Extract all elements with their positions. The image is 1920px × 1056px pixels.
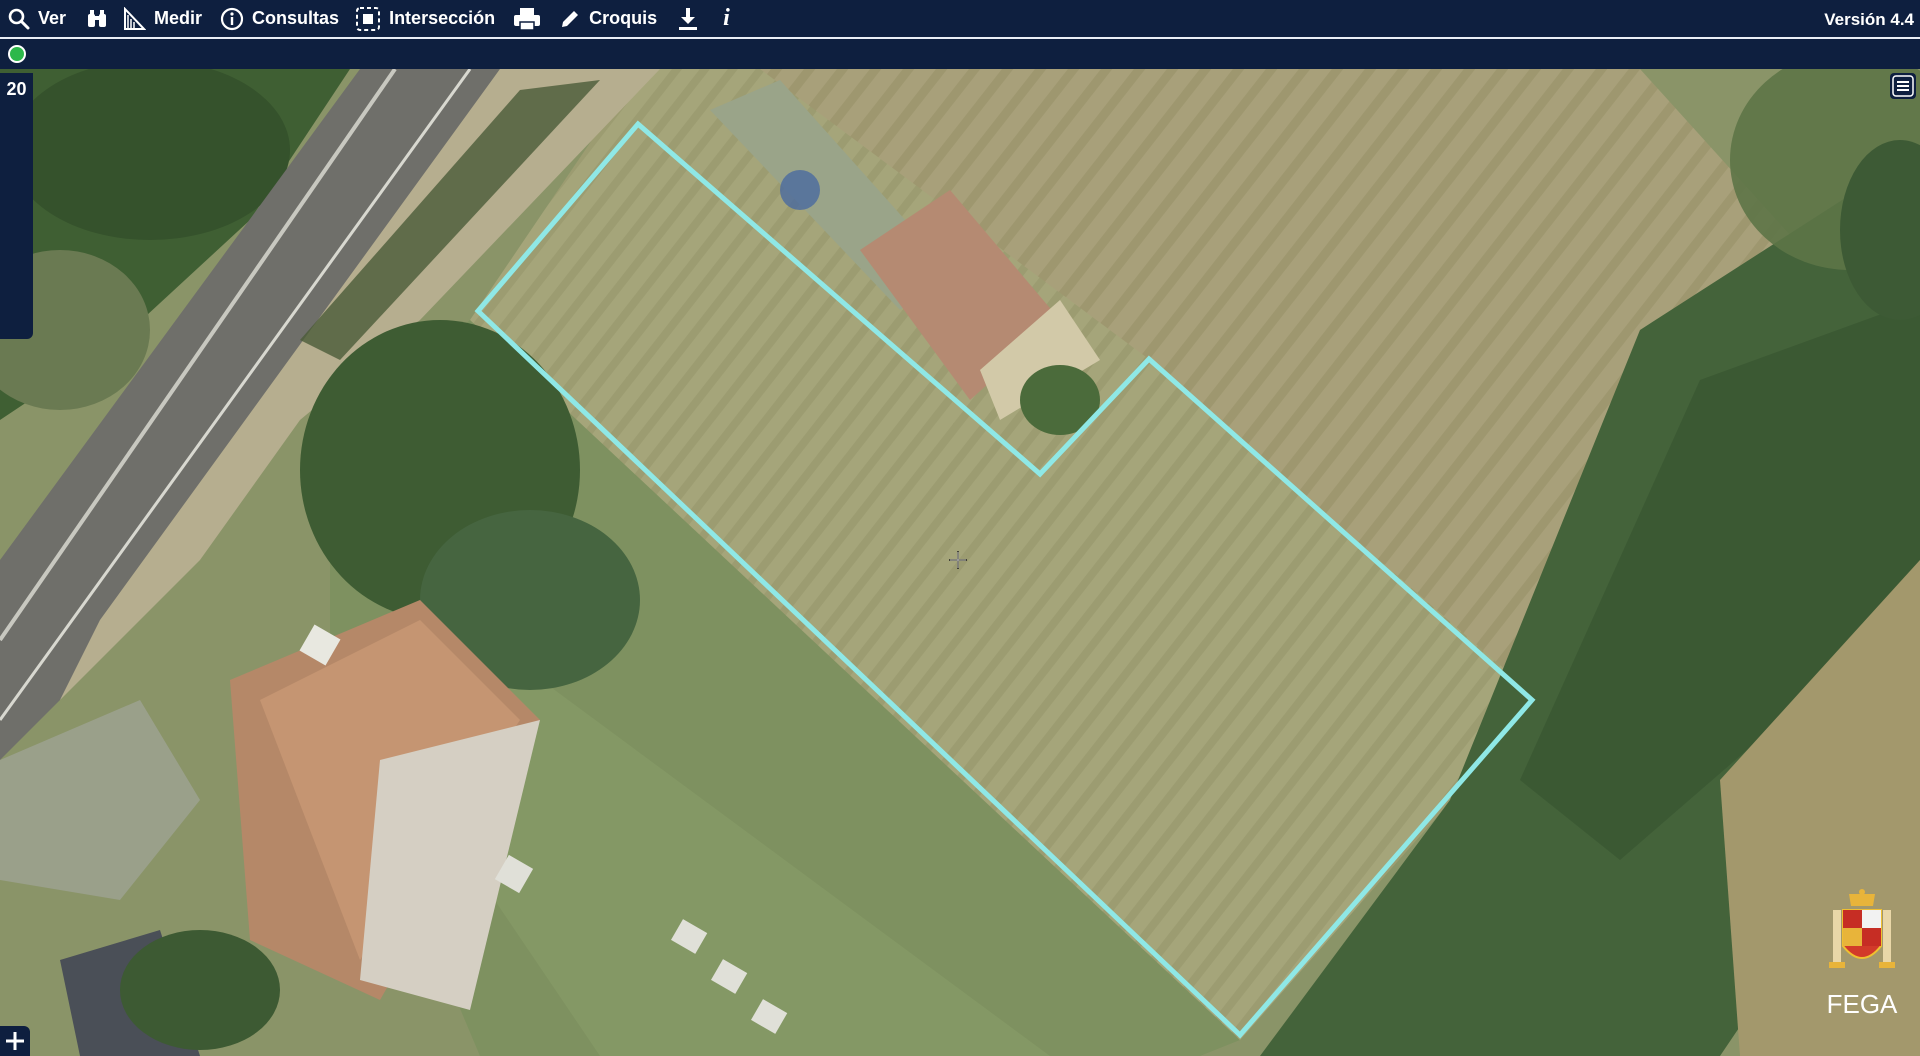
consultas-button[interactable]: Consultas — [220, 0, 339, 38]
download-icon — [677, 7, 699, 31]
zoom-panel: 20 — [0, 73, 33, 339]
status-bar — [0, 39, 1920, 69]
croquis-label: Croquis — [589, 8, 658, 28]
fega-attribution: FEGA — [1826, 989, 1898, 1019]
add-button[interactable] — [0, 1026, 30, 1056]
medir-label: Medir — [154, 8, 203, 28]
printer-icon — [513, 7, 541, 31]
download-button[interactable] — [677, 0, 699, 38]
consultas-label: Consultas — [252, 8, 340, 28]
layers-button[interactable] — [1890, 73, 1916, 99]
binoculars-button[interactable] — [86, 0, 108, 38]
map-view[interactable]: FEGA — [0, 69, 1920, 1056]
croquis-button[interactable]: Croquis — [559, 0, 657, 38]
intersection-icon — [355, 6, 381, 32]
version-label: Versión 4.4 — [1824, 10, 1914, 29]
info-button[interactable]: i — [723, 0, 730, 38]
search-icon — [8, 8, 30, 30]
info-icon: i — [723, 5, 730, 31]
info-circle-icon — [220, 7, 244, 31]
print-button[interactable] — [513, 0, 541, 38]
fega-logo: FEGA — [1812, 888, 1912, 1020]
status-indicator-icon — [8, 45, 26, 63]
interseccion-button[interactable]: Intersección — [355, 0, 495, 38]
medir-button[interactable]: Medir — [122, 0, 202, 38]
ruler-icon — [122, 6, 147, 31]
ver-label: Ver — [38, 8, 67, 28]
zoom-level: 20 — [6, 79, 27, 99]
pencil-icon — [559, 8, 581, 30]
spain-coat-of-arms-icon — [1829, 889, 1895, 968]
crosshair-icon — [949, 551, 967, 569]
main-toolbar: Ver Medir Consultas Intersección Croquis… — [0, 0, 1920, 39]
binoculars-icon — [86, 8, 108, 30]
list-icon — [1892, 75, 1914, 97]
interseccion-label: Intersección — [389, 8, 496, 28]
sigpac-viewer: Ver Medir Consultas Intersección Croquis… — [0, 0, 1920, 1056]
ver-button[interactable]: Ver — [8, 0, 66, 38]
plus-icon — [6, 1032, 24, 1050]
